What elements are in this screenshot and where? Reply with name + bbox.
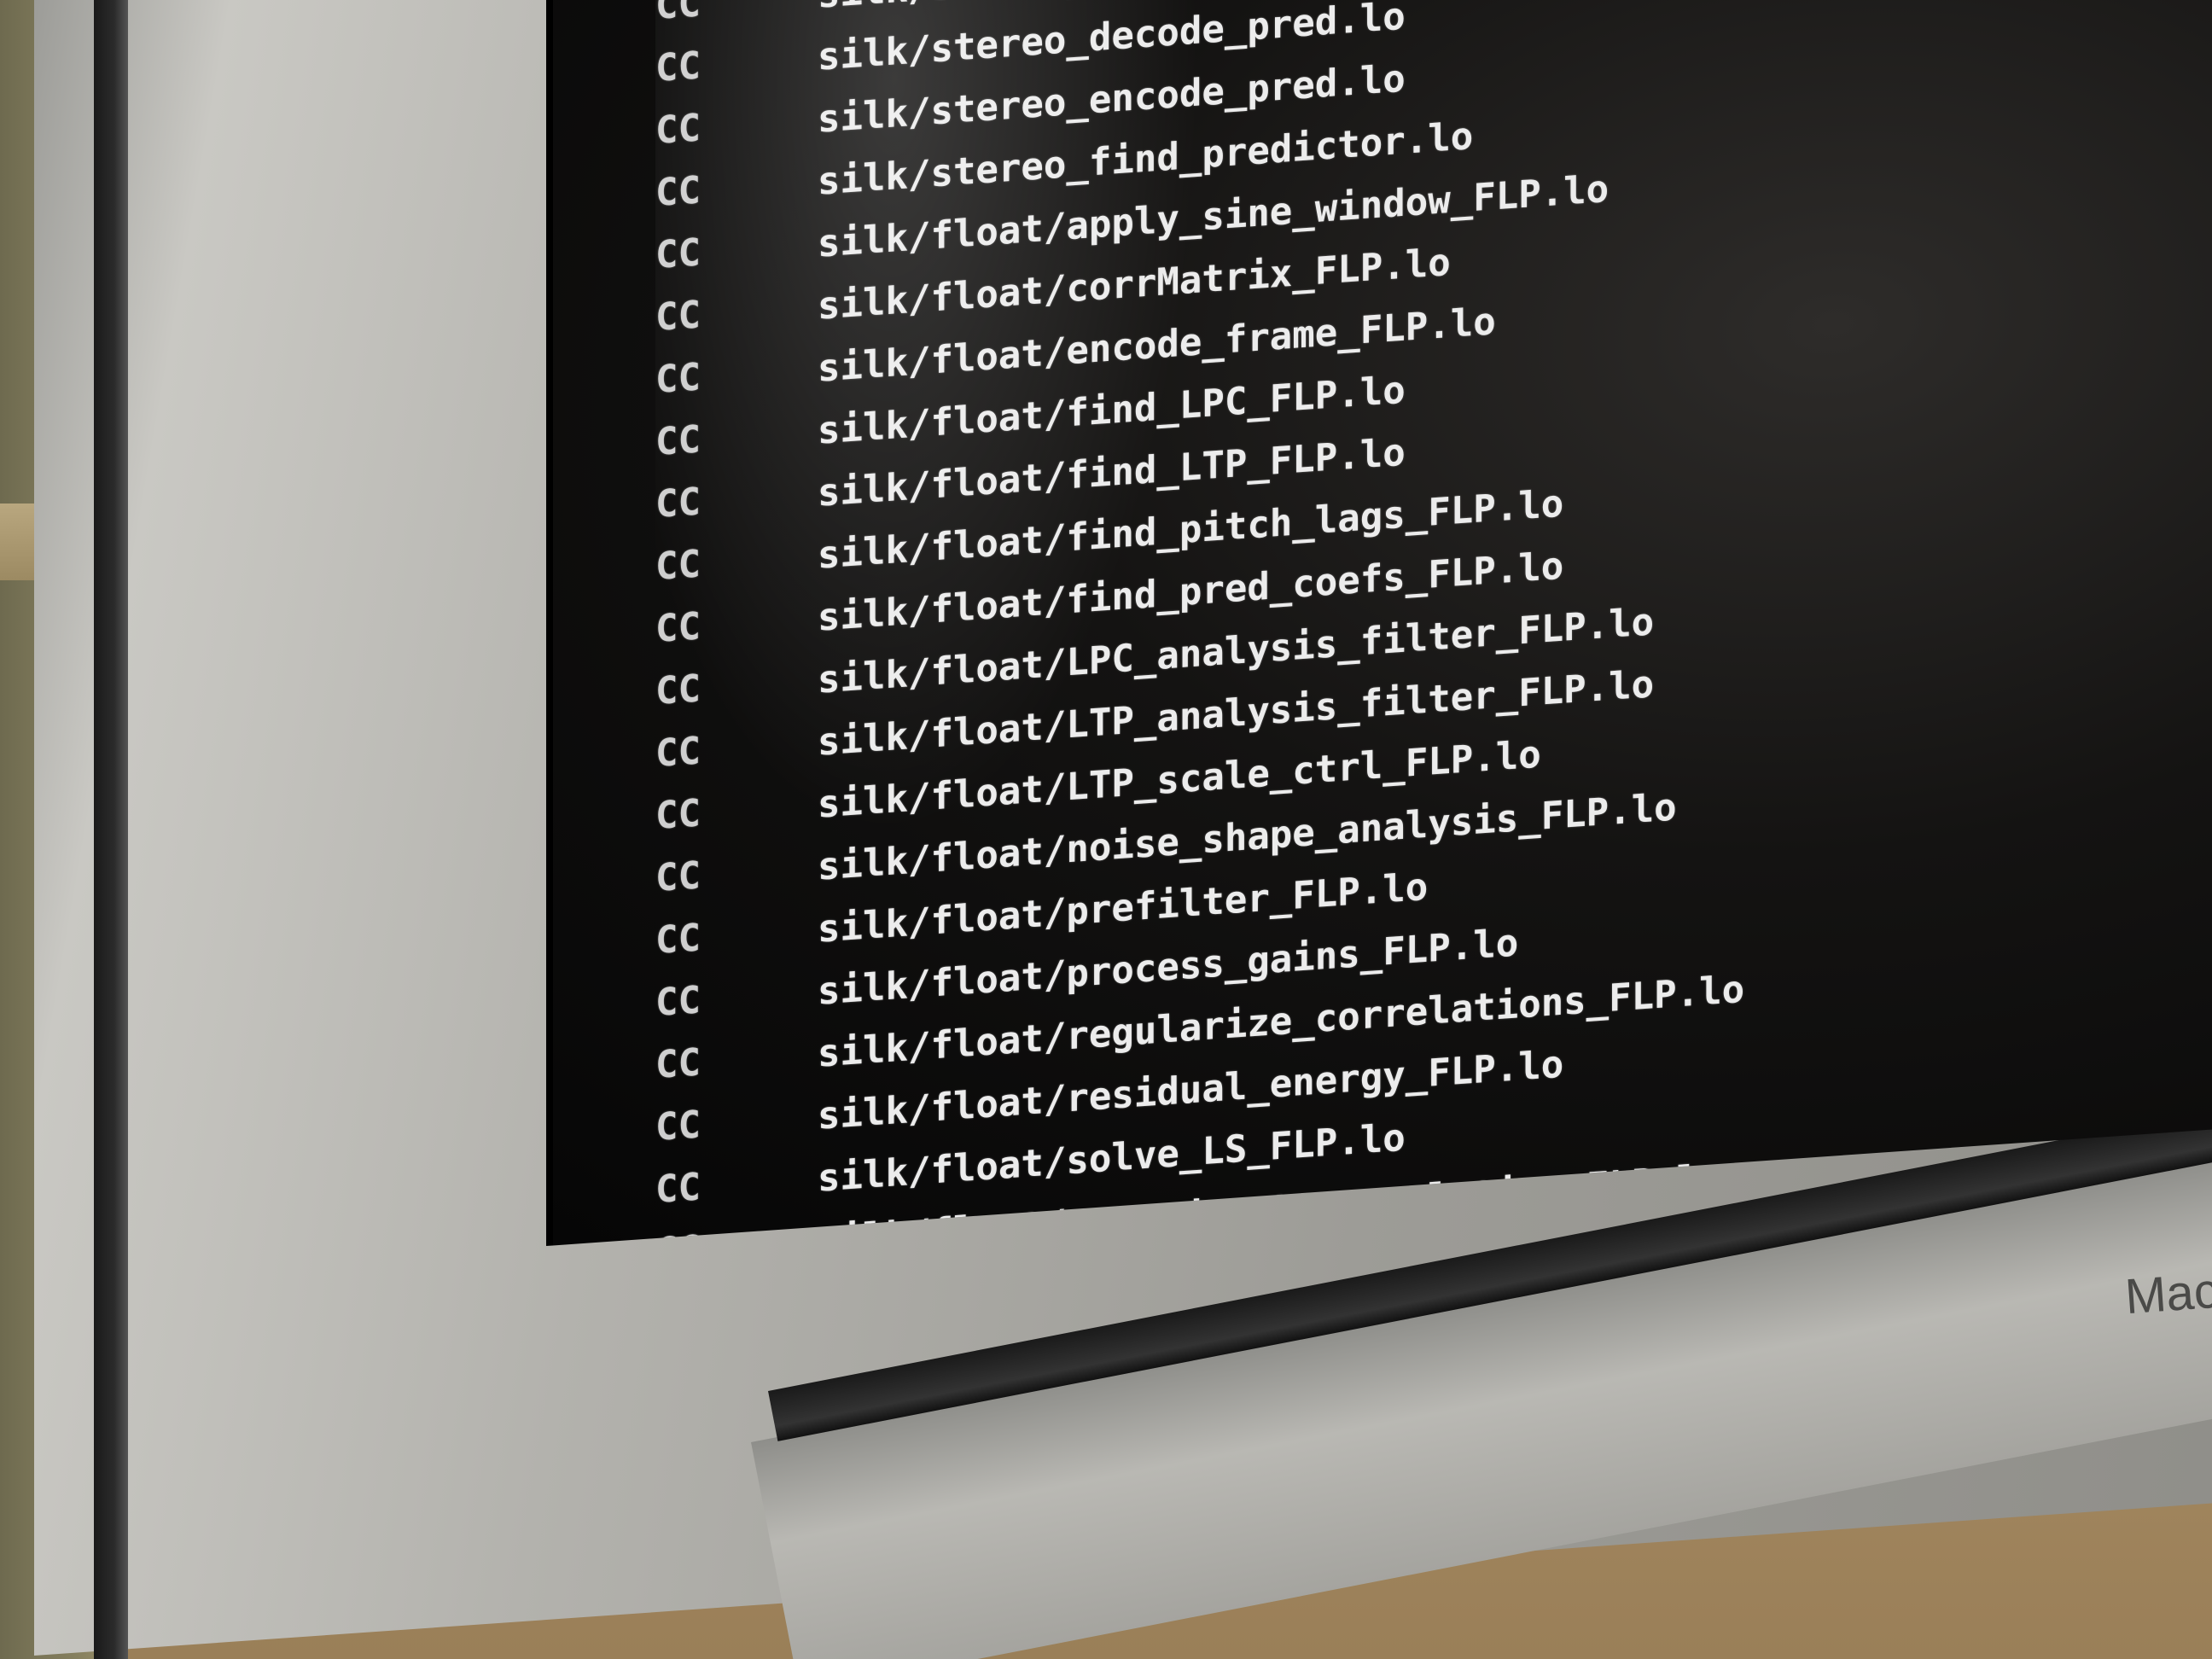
compile-command: CC bbox=[655, 978, 701, 1026]
terminal-output[interactable]: CCsilk/stereo_LR_to_MS.loCCsilk/stereo_d… bbox=[655, 0, 2021, 1246]
compile-command: CC bbox=[655, 729, 701, 777]
laptop-lid-edge bbox=[94, 0, 128, 1659]
compile-command: CC bbox=[655, 1165, 701, 1213]
compile-command: CC bbox=[655, 1040, 701, 1088]
laptop-brand-label: MacBo bbox=[2122, 1258, 2212, 1325]
laptop-screen: CCsilk/stereo_LR_to_MS.loCCsilk/stereo_d… bbox=[546, 0, 2212, 1247]
compile-command: CC bbox=[655, 106, 701, 154]
compile-command: CC bbox=[655, 604, 701, 652]
compile-command: CC bbox=[655, 916, 701, 963]
compile-command: CC bbox=[655, 355, 701, 403]
compile-command: CC bbox=[655, 44, 701, 91]
compile-command: CC bbox=[655, 230, 701, 278]
compile-command: CC bbox=[655, 667, 701, 714]
compile-command: CC bbox=[655, 417, 701, 465]
compile-command: CC bbox=[655, 480, 701, 527]
compile-command: CC bbox=[655, 853, 701, 901]
compile-command: CC bbox=[655, 542, 701, 590]
photo-scene: CCsilk/stereo_LR_to_MS.loCCsilk/stereo_d… bbox=[0, 0, 2212, 1659]
compile-command: CC bbox=[655, 168, 701, 216]
compile-command: CC bbox=[655, 293, 701, 341]
terminal-lines: CCsilk/stereo_LR_to_MS.loCCsilk/stereo_d… bbox=[655, 0, 2021, 1246]
compile-command: CC bbox=[655, 791, 701, 839]
compile-command: CC bbox=[655, 1103, 701, 1150]
